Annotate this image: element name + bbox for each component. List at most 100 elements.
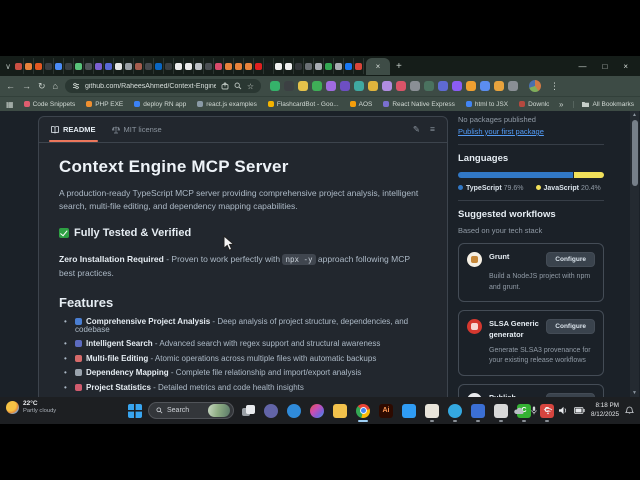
scroll-up-icon[interactable]: ▲ xyxy=(630,112,639,118)
browser-tab[interactable] xyxy=(274,58,284,74)
taskbar-task-view[interactable] xyxy=(240,400,256,422)
browser-tab[interactable] xyxy=(154,58,164,74)
browser-tab[interactable] xyxy=(44,58,54,74)
browser-tab[interactable] xyxy=(254,58,264,74)
browser-tab[interactable] xyxy=(174,58,184,74)
publish-package-link[interactable]: Publish your first package xyxy=(458,127,544,136)
legend-javascript[interactable]: JavaScript 20.4% xyxy=(535,185,601,192)
extension-icon[interactable] xyxy=(437,81,448,91)
extension-icon[interactable] xyxy=(297,81,308,91)
browser-tab[interactable] xyxy=(14,58,24,74)
tab-close-icon[interactable]: × xyxy=(376,62,381,71)
taskbar-clock[interactable]: 8:18 PM 8/12/2025 xyxy=(591,402,619,418)
microphone-icon[interactable] xyxy=(531,406,537,415)
bookmark-item[interactable]: Download Free HT... xyxy=(519,101,549,108)
extension-icon[interactable] xyxy=(269,81,280,91)
bookmark-item[interactable]: React Native Express xyxy=(383,101,455,108)
start-button[interactable] xyxy=(128,403,142,418)
wifi-icon[interactable] xyxy=(543,407,553,415)
taskbar-chat[interactable] xyxy=(263,400,279,422)
taskbar-edge[interactable] xyxy=(286,400,302,422)
maximize-button[interactable]: □ xyxy=(602,62,607,71)
browser-tab[interactable] xyxy=(84,58,94,74)
browser-tab[interactable] xyxy=(284,58,294,74)
extension-icon[interactable] xyxy=(451,81,462,91)
search-daily-image[interactable] xyxy=(208,404,230,417)
browser-tab[interactable] xyxy=(74,58,84,74)
extension-icon[interactable] xyxy=(311,81,322,91)
bookmark-item[interactable]: html to JSX xyxy=(465,101,508,108)
configure-button[interactable]: Configure xyxy=(546,319,595,334)
browser-tab[interactable] xyxy=(214,58,224,74)
taskbar-chrome[interactable] xyxy=(355,400,371,422)
extension-icon[interactable] xyxy=(283,81,294,91)
browser-tab[interactable] xyxy=(104,58,114,74)
taskbar-copilot[interactable] xyxy=(309,400,325,422)
scroll-down-icon[interactable]: ▼ xyxy=(630,390,639,396)
scrollbar-thumb[interactable] xyxy=(631,120,638,186)
edit-pencil-icon[interactable]: ✎ xyxy=(413,124,420,135)
extension-icon[interactable] xyxy=(367,81,378,91)
browser-tab[interactable] xyxy=(64,58,74,74)
apps-grid-icon[interactable]: ▦ xyxy=(6,100,14,109)
bookmark-item[interactable]: Code Snippets xyxy=(23,101,75,108)
extension-icon[interactable] xyxy=(381,81,392,91)
browser-tab[interactable] xyxy=(194,58,204,74)
bookmarks-overflow-icon[interactable]: » xyxy=(559,100,563,109)
taskbar-telegram[interactable] xyxy=(447,400,463,422)
browser-tab[interactable] xyxy=(144,58,154,74)
address-bar[interactable]: github.com/RaheesAhmed/Context-Engine-MC… xyxy=(64,79,261,93)
tab-mit-license[interactable]: MIT license xyxy=(111,117,162,142)
browser-tab[interactable] xyxy=(334,58,344,74)
tab-readme[interactable]: README xyxy=(49,117,98,142)
browser-tab[interactable] xyxy=(114,58,124,74)
taskbar-search[interactable]: Search xyxy=(148,402,234,419)
extension-icon[interactable] xyxy=(493,81,504,91)
bookmark-item[interactable]: FlashcardBot - Goo... xyxy=(267,101,339,108)
battery-icon[interactable] xyxy=(574,407,585,414)
extension-icon[interactable] xyxy=(465,81,476,91)
taskbar-app-light[interactable] xyxy=(424,400,440,422)
browser-tab[interactable] xyxy=(54,58,64,74)
cloud-icon[interactable] xyxy=(514,407,525,415)
minimize-button[interactable]: — xyxy=(578,62,586,71)
extension-icon[interactable] xyxy=(339,81,350,91)
weather-widget[interactable]: 22°C Partly cloudy xyxy=(6,400,56,415)
new-tab-button[interactable]: + xyxy=(396,61,402,72)
taskbar-reader[interactable] xyxy=(470,400,486,422)
profile-avatar[interactable] xyxy=(528,80,541,92)
browser-tab[interactable] xyxy=(134,58,144,74)
url-text[interactable]: github.com/RaheesAhmed/Context-Engine-MC… xyxy=(85,83,216,90)
browser-tab[interactable] xyxy=(34,58,44,74)
bookmark-item[interactable]: react.js examples xyxy=(197,101,257,108)
bookmark-item[interactable]: deploy RN app xyxy=(134,101,186,108)
forward-icon[interactable]: → xyxy=(22,81,31,91)
browser-tab[interactable] xyxy=(184,58,194,74)
browser-tab[interactable] xyxy=(344,58,354,74)
tab-search-icon[interactable]: ∨ xyxy=(2,62,14,71)
notification-bell-icon[interactable] xyxy=(625,406,634,415)
language-bar[interactable] xyxy=(458,172,604,178)
legend-typescript[interactable]: TypeScript 79.6% xyxy=(458,185,524,192)
volume-icon[interactable] xyxy=(558,406,568,415)
browser-tab[interactable] xyxy=(304,58,314,74)
extension-icon[interactable] xyxy=(423,81,434,91)
page-scrollbar[interactable]: ▲ ▼ xyxy=(630,111,639,397)
refresh-icon[interactable]: ↻ xyxy=(38,81,46,92)
bookmark-item[interactable]: AOS xyxy=(349,101,372,108)
browser-tab[interactable] xyxy=(264,58,274,74)
extension-icon[interactable] xyxy=(395,81,406,91)
browser-tab[interactable] xyxy=(24,58,34,74)
menu-kebab-icon[interactable]: ⋮ xyxy=(550,81,559,92)
browser-tab[interactable] xyxy=(94,58,104,74)
extension-icon[interactable] xyxy=(325,81,336,91)
extension-icon[interactable] xyxy=(507,81,518,91)
back-icon[interactable]: ← xyxy=(6,81,15,91)
site-settings-icon[interactable] xyxy=(72,82,80,90)
bookmark-item[interactable]: PHP EXE xyxy=(86,101,123,108)
active-tab[interactable]: × xyxy=(366,57,390,75)
share-icon[interactable] xyxy=(221,82,229,90)
configure-button[interactable]: Configure xyxy=(546,252,595,267)
browser-tab[interactable] xyxy=(164,58,174,74)
all-bookmarks-button[interactable]: All Bookmarks xyxy=(573,100,634,108)
